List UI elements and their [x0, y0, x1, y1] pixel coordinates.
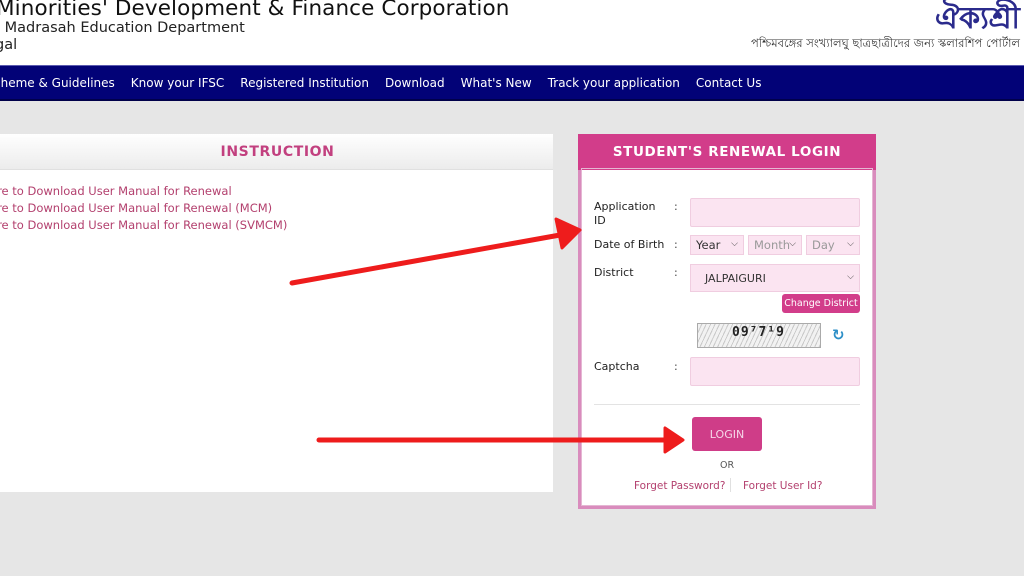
dob-month-value: Month [754, 238, 791, 252]
instruction-links: ere to Download User Manual for Renewal … [0, 170, 553, 234]
colon: : [674, 266, 678, 279]
nav-know-ifsc[interactable]: Know your IFSC [131, 76, 224, 90]
site-header: Minorities' Development & Finance Corpor… [0, 0, 1024, 65]
district-value: JALPAIGURI [705, 271, 766, 285]
link-separator [730, 478, 731, 492]
colon: : [674, 200, 678, 213]
chevron-down-icon: ⌵ [847, 272, 854, 282]
instruction-panel: INSTRUCTION ere to Download User Manual … [0, 134, 553, 492]
login-header: STUDENT'S RENEWAL LOGIN [578, 134, 876, 170]
refresh-captcha-icon[interactable]: ↻ [832, 326, 845, 344]
district-select[interactable]: JALPAIGURI ⌵ [690, 264, 860, 292]
captcha-input[interactable] [690, 357, 860, 386]
forgot-password-link[interactable]: Forget Password? [634, 480, 725, 492]
dob-month-select[interactable]: Month ⌵ [748, 235, 802, 255]
form-divider [594, 404, 860, 405]
chevron-down-icon: ⌵ [731, 239, 738, 249]
manual-renewal-link[interactable]: ere to Download User Manual for Renewal [0, 183, 553, 200]
nav-download[interactable]: Download [385, 76, 445, 90]
manual-renewal-svmcm-link[interactable]: ere to Download User Manual for Renewal … [0, 217, 553, 234]
instruction-header: INSTRUCTION [0, 134, 553, 170]
forgot-user-id-link[interactable]: Forget User Id? [743, 480, 822, 492]
dob-day-select[interactable]: Day ⌵ [806, 235, 860, 255]
change-district-button[interactable]: Change District [782, 294, 860, 313]
colon: : [674, 238, 678, 251]
chevron-down-icon: ⌵ [847, 239, 854, 249]
application-id-label: Application ID [594, 200, 655, 228]
org-title: Minorities' Development & Finance Corpor… [0, 0, 510, 21]
colon: : [674, 360, 678, 373]
dob-label: Date of Birth [594, 238, 665, 251]
nav-whats-new[interactable]: What's New [461, 76, 532, 90]
main-nav: cheme & Guidelines Know your IFSC Regist… [0, 65, 1024, 101]
nav-contact-us[interactable]: Contact Us [696, 76, 762, 90]
dept-subtitle: l Madrasah Education Department [0, 20, 245, 36]
nav-scheme-guidelines[interactable]: cheme & Guidelines [0, 76, 115, 90]
dob-year-select[interactable]: Year ⌵ [690, 235, 744, 255]
nav-track-application[interactable]: Track your application [548, 76, 680, 90]
login-title: STUDENT'S RENEWAL LOGIN [612, 144, 842, 160]
login-button[interactable]: LOGIN [692, 417, 762, 451]
instruction-title: INSTRUCTION [220, 143, 335, 160]
renewal-login-panel: STUDENT'S RENEWAL LOGIN [578, 134, 876, 509]
chevron-down-icon: ⌵ [789, 239, 796, 249]
state-subtitle: gal [0, 37, 18, 53]
or-separator: OR [720, 460, 735, 471]
application-id-label-line2: ID [594, 214, 606, 227]
application-id-label-line1: Application [594, 200, 656, 213]
captcha-label: Captcha [594, 360, 640, 373]
manual-renewal-mcm-link[interactable]: ere to Download User Manual for Renewal … [0, 200, 553, 217]
district-label: District [594, 266, 634, 279]
dob-year-value: Year [696, 238, 721, 252]
captcha-image: 09⁷7¹9 [697, 323, 821, 348]
captcha-text: 09⁷7¹9 [732, 325, 785, 340]
logo-tagline: পশ্চিমবঙ্গের সংখ্যালঘু ছাত্রছাত্রীদের জন… [751, 36, 1020, 50]
nav-registered-institution[interactable]: Registered Institution [240, 76, 369, 90]
application-id-input[interactable] [690, 198, 860, 227]
dob-day-value: Day [812, 238, 835, 252]
